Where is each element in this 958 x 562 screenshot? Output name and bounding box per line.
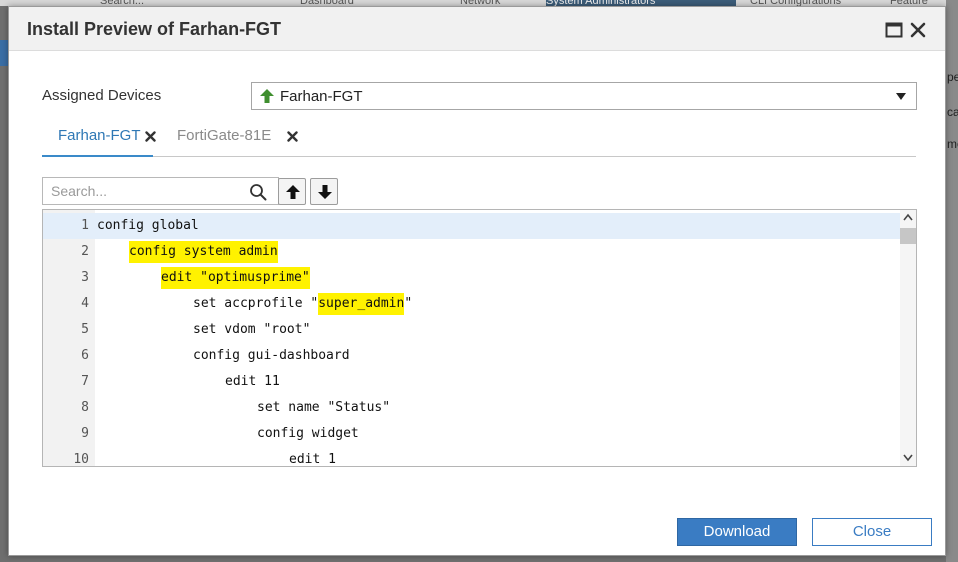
chevron-up-icon[interactable] [903,213,913,221]
chevron-down-icon [896,93,906,100]
chevron-down-icon[interactable] [903,454,913,462]
close-icon[interactable] [145,131,156,142]
code-segment: set accprofile " [193,296,319,311]
background-text: pe [947,70,958,84]
code-text: config global [97,218,199,233]
code-text: set name "Status" [257,400,390,415]
background-text: ca [947,105,958,119]
code-text: edit 11 [225,374,280,389]
line-number: 10 [73,452,89,467]
line-number: 8 [81,400,89,415]
close-icon[interactable] [287,131,298,142]
background-left-bar [0,40,8,66]
maximize-icon[interactable] [885,21,903,39]
code-segment: edit 11 [225,374,280,389]
previous-match-button[interactable] [278,178,306,205]
line-number: 4 [81,296,89,311]
code-segment: config widget [257,426,359,441]
code-line: 7 edit 11 [43,369,900,395]
line-number: 5 [81,322,89,337]
code-line: 8 set name "Status" [43,395,900,421]
next-match-button[interactable] [310,178,338,205]
search-icon[interactable] [249,183,267,201]
search-highlight: config system admin [129,241,278,263]
line-number: 1 [81,218,89,233]
line-number: 9 [81,426,89,441]
tab-label: FortiGate-81E [177,127,272,144]
tab-farhan-fgt[interactable]: Farhan-FGT [42,120,156,157]
code-line: 9 config widget [43,421,900,447]
download-button[interactable]: Download [677,518,797,546]
code-segment: edit 1 [289,452,336,467]
arrow-down-icon [318,185,332,199]
code-text: set vdom "root" [193,322,310,337]
code-segment: config gui-dashboard [193,348,350,363]
code-text: set accprofile "super_admin" [193,293,413,315]
device-tabs: Farhan-FGT FortiGate-81E [42,120,916,157]
search-box [42,177,279,205]
green-up-arrow-icon [260,89,274,103]
background-text: me [947,137,958,151]
code-line: 4 set accprofile "super_admin" [43,291,900,317]
code-line: 6 config gui-dashboard [43,343,900,369]
line-number: 3 [81,270,89,285]
code-text: config widget [257,426,359,441]
line-number: 7 [81,374,89,389]
search-input[interactable] [51,182,241,200]
code-line: 3 edit "optimusprime" [43,265,900,291]
close-icon[interactable] [909,21,927,39]
assigned-devices-label: Assigned Devices [42,87,162,104]
code-text: edit "optimusprime" [161,267,310,289]
search-highlight: edit "optimusprime" [161,267,310,289]
config-preview-editor[interactable]: 1 config global 2 config system admin 3 edit … [42,209,917,467]
tab-label: Farhan-FGT [58,127,141,144]
arrow-up-icon [286,185,300,199]
assigned-devices-value: Farhan-FGT [280,88,363,105]
tab-fortigate-81e[interactable]: FortiGate-81E [177,120,302,157]
code-line: 2 config system admin [43,239,900,265]
code-line: 5 set vdom "root" [43,317,900,343]
code-line: 10 edit 1 [43,447,900,467]
code-text: config system admin [129,241,278,263]
dialog-header: Install Preview of Farhan-FGT [9,7,945,51]
background-right-panel: pe ca me [946,0,958,562]
close-button[interactable]: Close [812,518,932,546]
code-text: config gui-dashboard [193,348,350,363]
code-text: edit 1 [289,452,336,467]
search-highlight: super_admin [318,293,405,315]
code-segment: config global [97,218,199,233]
line-number: 6 [81,348,89,363]
line-number: 2 [81,244,89,259]
code-line: 1 config global [43,213,900,239]
vertical-scrollbar[interactable] [900,210,916,466]
code-segment: set vdom "root" [193,322,311,337]
code-segment: " [404,296,413,311]
install-preview-dialog: Install Preview of Farhan-FGT Assigned D… [8,6,946,556]
scrollbar-thumb[interactable] [900,228,916,244]
code-segment: set name "Status" [257,400,391,415]
dialog-title: Install Preview of Farhan-FGT [27,19,282,39]
assigned-devices-select[interactable]: Farhan-FGT [251,82,917,110]
